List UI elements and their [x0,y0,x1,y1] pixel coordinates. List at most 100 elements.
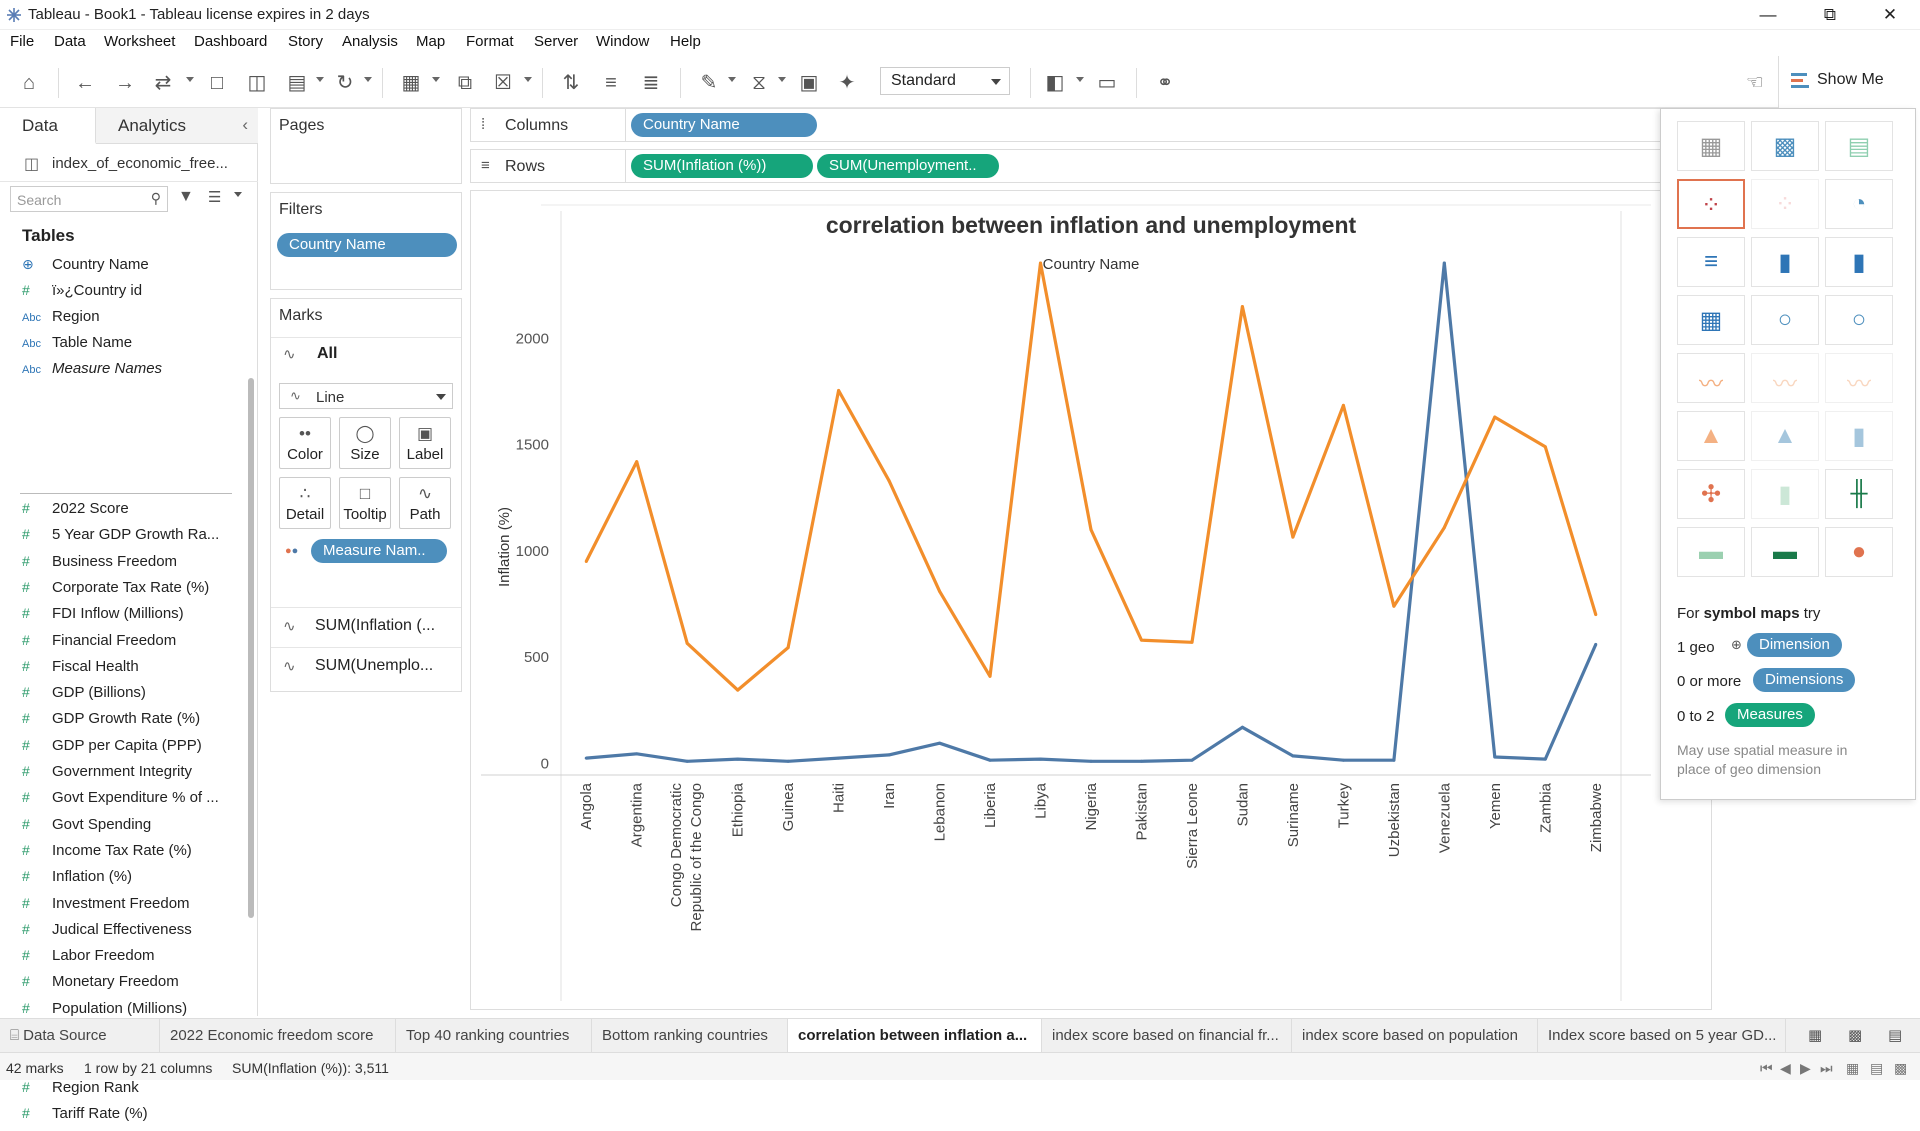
showme-area-discrete[interactable]: ▲ [1751,411,1819,461]
point-inflation-5[interactable] [837,756,841,760]
field-measure[interactable]: # Monetary Freedom [22,973,240,999]
field-measure[interactable]: #5 Year GDP Growth Ra... [22,526,240,552]
field-measure[interactable]: # Judical Effectiveness [22,921,240,947]
showme-box-whisker[interactable]: ╫ [1825,469,1893,519]
point-unemployment-14[interactable] [1291,535,1295,539]
new-story-icon[interactable]: ▤ [1888,1026,1902,1044]
field-measure[interactable]: #2022 Score [22,500,240,526]
field-dimension[interactable]: Abc Table Name [22,334,240,360]
point-inflation-13[interactable] [1240,725,1244,729]
showme-treemap[interactable]: ▦ [1677,295,1745,345]
next-sheet-icon[interactable]: ▶ [1800,1060,1811,1077]
showme-text-table[interactable]: ▦ [1677,121,1745,171]
point-unemployment-8[interactable] [988,674,992,678]
field-measure[interactable]: # Financial Freedom [22,632,240,658]
showme-histogram[interactable]: ▮ [1751,469,1819,519]
pages-card[interactable]: Pages [270,108,462,184]
marks-all-label[interactable]: All [317,345,337,363]
measure-row-inflation[interactable]: SUM(Inflation (... [315,617,435,635]
showme-horizontal-bars[interactable]: ≡ [1677,237,1745,287]
restore-icon[interactable]: ⧉ [1804,0,1856,30]
point-inflation-6[interactable] [887,753,891,757]
showme-pie-chart[interactable]: ◔ [1825,179,1893,229]
field-measure[interactable]: # GDP Growth Rate (%) [22,710,240,736]
sheet-sorter-icon[interactable]: ▦ [1846,1060,1859,1077]
prev-sheet-icon[interactable]: ◀ [1780,1060,1791,1077]
field-dimension[interactable]: Abc Measure Names [22,360,240,386]
fix-axes-icon[interactable]: ✦ [834,70,860,96]
point-inflation-11[interactable] [1139,759,1143,763]
sheet-tab[interactable]: Index score based on 5 year GD... [1538,1019,1786,1053]
showme-circle-view[interactable]: ○ [1751,295,1819,345]
filter-icon[interactable]: ▼ [178,188,194,206]
highlight-icon[interactable]: ✎ [696,70,722,96]
point-unemployment-13[interactable] [1240,305,1244,309]
tab-data-source[interactable]: ⌸ Data Source [0,1019,160,1053]
point-unemployment-20[interactable] [1594,613,1598,617]
showme-area-continuous[interactable]: ▲ [1677,411,1745,461]
sheet-tab[interactable]: index score based on financial fr... [1042,1019,1292,1053]
point-inflation-1[interactable] [635,752,639,756]
fit-select[interactable]: Standard [880,67,1010,95]
new-dashboard-icon[interactable]: ▩ [1848,1026,1862,1044]
rows-pill-unemployment[interactable]: SUM(Unemployment.. [817,154,999,178]
detail-button[interactable]: ∴ Detail [279,477,331,529]
series-line-inflation[interactable] [586,261,1598,763]
replay-icon[interactable]: ⇄ [150,70,176,96]
point-inflation-14[interactable] [1291,754,1295,758]
undo-icon[interactable]: ← [72,70,98,96]
field-measure[interactable]: # Labor Freedom [22,947,240,973]
showme-continuous-lines[interactable]: 〰 [1677,353,1745,403]
new-worksheet-icon[interactable]: ▦ [398,70,424,96]
collapse-icon[interactable]: ‹ [242,115,248,135]
menu-format[interactable]: Format [466,33,514,50]
color-button[interactable]: •• Color [279,417,331,469]
point-unemployment-18[interactable] [1493,415,1497,419]
point-unemployment-11[interactable] [1139,638,1143,642]
showme-side-by-side-circles[interactable]: ○ [1825,295,1893,345]
point-inflation-8[interactable] [988,758,992,762]
rows-pill-inflation[interactable]: SUM(Inflation (%)) [631,154,813,178]
group-members-icon[interactable]: ⧖ [746,70,772,96]
minimize-icon[interactable]: — [1742,0,1794,30]
point-unemployment-10[interactable] [1089,528,1093,532]
point-unemployment-2[interactable] [685,641,689,645]
point-unemployment-15[interactable] [1341,403,1345,407]
point-inflation-10[interactable] [1089,759,1093,763]
showme-heat-map[interactable]: ▩ [1751,121,1819,171]
new-datasource-icon[interactable]: ◫ [244,70,270,96]
show-me-button[interactable]: Show Me [1778,56,1920,108]
measure-row-unemployment[interactable]: SUM(Unemplo... [315,657,433,675]
point-unemployment-0[interactable] [584,560,588,564]
last-sheet-icon[interactable]: ⏭ [1820,1060,1833,1077]
field-measure[interactable]: # Fiscal Health [22,658,240,684]
point-unemployment-3[interactable] [736,688,740,692]
point-inflation-2[interactable] [685,759,689,763]
refresh-icon[interactable]: ↻ [332,70,358,96]
field-measure[interactable]: # Region Rank [22,1079,240,1105]
color-pill[interactable]: Measure Nam.. [311,539,447,563]
chevron-down-icon[interactable] [234,192,242,197]
new-worksheet-icon[interactable]: ▦ [1808,1026,1822,1044]
field-measure[interactable]: # Inflation (%) [22,868,240,894]
label-button[interactable]: ▣ Label [399,417,451,469]
tab-data[interactable]: Data [0,108,96,144]
point-inflation-9[interactable] [1039,757,1043,761]
field-measure[interactable]: # Govt Spending [22,816,240,842]
clear-sheet-icon[interactable]: ☒ [490,70,516,96]
datasource-row[interactable]: ◫ index_of_economic_free... [0,146,258,182]
sort-ascending-icon[interactable]: ≡ [598,70,624,96]
point-inflation-20[interactable] [1594,642,1598,646]
field-dimension[interactable]: # ï»¿Country id [22,282,240,308]
showme-stacked-bars[interactable]: ▮ [1751,237,1819,287]
point-inflation-12[interactable] [1190,758,1194,762]
show-cards-icon[interactable]: ◧ [1042,70,1068,96]
showme-filled-map[interactable]: ⁘ [1751,179,1819,229]
menu-map[interactable]: Map [416,33,445,50]
showme-highlight-table[interactable]: ▤ [1825,121,1893,171]
showme-dual-combination[interactable]: ▮ [1825,411,1893,461]
point-unemployment-16[interactable] [1392,604,1396,608]
field-measure[interactable]: # Corporate Tax Rate (%) [22,579,240,605]
menu-help[interactable]: Help [670,33,701,50]
field-measure[interactable]: # Tariff Rate (%) [22,1105,240,1131]
